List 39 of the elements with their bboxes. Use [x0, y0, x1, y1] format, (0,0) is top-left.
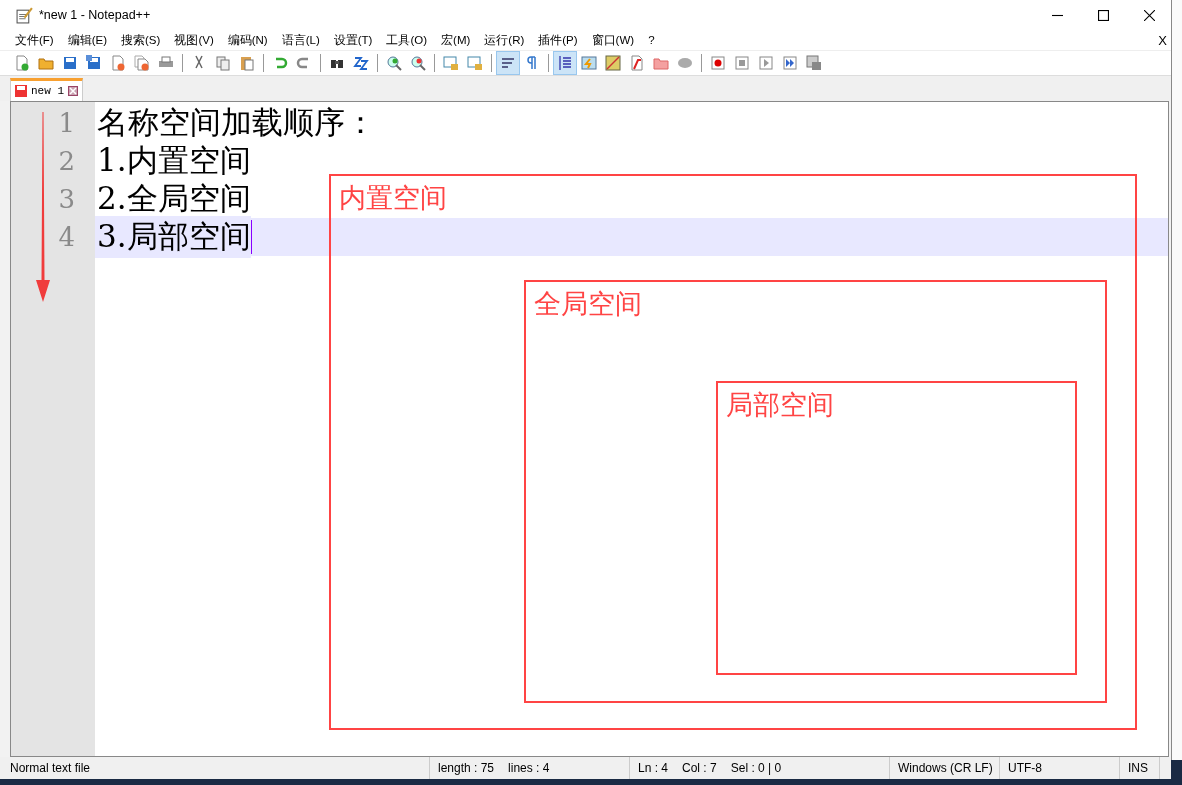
- close-icon[interactable]: [68, 86, 78, 96]
- menu-item[interactable]: 语言(L): [281, 32, 320, 48]
- menu-item[interactable]: ?: [648, 34, 655, 46]
- close-document-button[interactable]: X: [1158, 32, 1167, 48]
- frame-label: 内置空间: [339, 181, 447, 215]
- menu-item[interactable]: 编辑(E): [67, 32, 108, 48]
- code-line: 2.全局空间: [96, 179, 251, 218]
- frame-label: 全局空间: [534, 287, 642, 321]
- indent-guide-icon[interactable]: [553, 51, 577, 75]
- menu-item[interactable]: 运行(R): [484, 32, 525, 48]
- text-cursor: [250, 220, 252, 254]
- menu-item[interactable]: 工具(O): [386, 32, 428, 48]
- menu-item[interactable]: 宏(M): [441, 32, 471, 48]
- status-text: UTF-8: [1000, 757, 1120, 779]
- window-title: *new 1 - Notepad++: [39, 8, 151, 22]
- status-text: Normal text file: [0, 757, 430, 779]
- menu-item[interactable]: 搜索(S): [121, 32, 161, 48]
- status-text: INS: [1120, 757, 1160, 779]
- status-text: Col : 7: [682, 761, 717, 775]
- maximize-icon[interactable]: [1098, 9, 1109, 21]
- status-text: lines : 4: [508, 761, 550, 775]
- menu-item[interactable]: 设置(T): [333, 32, 373, 48]
- status-text: Ln : 4: [638, 761, 669, 775]
- menu-item[interactable]: 编码(N): [227, 32, 268, 48]
- menu-item[interactable]: 插件(P): [538, 32, 578, 48]
- notepad-app-icon: [16, 6, 33, 24]
- frame-label: 局部空间: [726, 388, 834, 422]
- word-wrap-icon[interactable]: [496, 51, 520, 75]
- menu-item[interactable]: 窗口(W): [591, 32, 635, 48]
- document-tab[interactable]: new 1: [10, 78, 83, 101]
- menu-item[interactable]: 文件(F): [15, 32, 54, 48]
- status-text: Windows (CR LF): [890, 757, 1000, 779]
- line-number: 4: [11, 218, 95, 256]
- status-text: Sel : 0 | 0: [730, 761, 782, 775]
- code-line: 名称空间加载顺序：: [96, 103, 376, 142]
- code-line: 1.内置空间: [96, 141, 251, 180]
- close-icon[interactable]: [1144, 9, 1155, 21]
- menu-item[interactable]: 视图(V): [174, 32, 214, 48]
- status-text: length : 75: [438, 761, 495, 775]
